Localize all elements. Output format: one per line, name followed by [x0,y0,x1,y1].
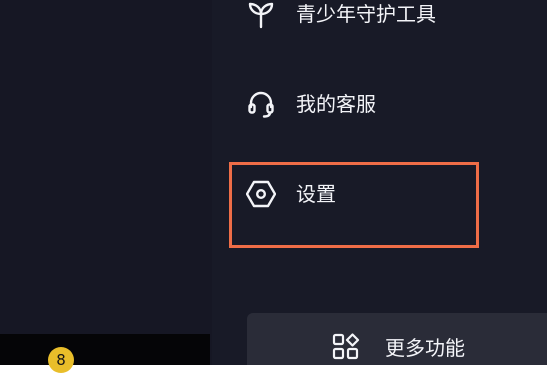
settings-highlight-box [229,162,479,248]
headset-icon [246,89,276,119]
menu-item-youth-protection[interactable]: 青少年守护工具 [212,0,547,46]
menu-item-label: 青少年守护工具 [296,2,436,26]
bottom-tab-bar [0,334,210,365]
notification-badge[interactable]: 8 [48,347,74,373]
left-background-pane [0,0,212,365]
menu-item-label: 我的客服 [296,92,376,116]
more-functions-label: 更多功能 [385,336,465,360]
grid-shapes-icon [332,333,360,361]
more-functions-button[interactable]: 更多功能 [247,313,547,365]
menu-item-customer-service[interactable]: 我的客服 [212,74,547,134]
sprout-icon [246,0,276,29]
